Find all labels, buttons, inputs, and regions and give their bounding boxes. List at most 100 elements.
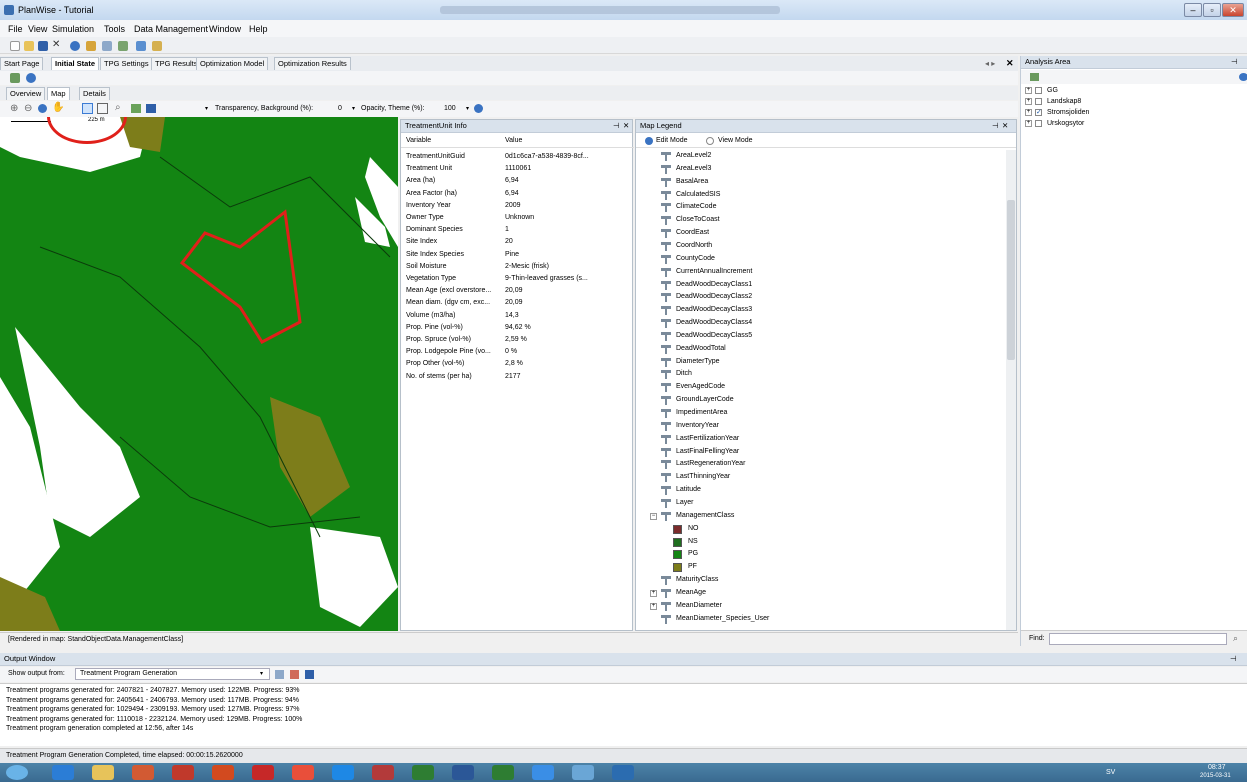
info-row[interactable]: Treatment Unit 1110061 — [401, 163, 634, 175]
info-row[interactable]: Prop Other (vol-%) 2,8 % — [401, 358, 634, 370]
help-icon[interactable] — [26, 73, 36, 83]
close-panel-icon[interactable]: ✕ — [1002, 120, 1008, 132]
menu-tools[interactable]: Tools — [104, 24, 125, 34]
expand-toggle-icon[interactable]: + — [1025, 120, 1032, 127]
app-icon-s[interactable] — [172, 765, 194, 780]
file-explorer-icon[interactable] — [92, 765, 114, 780]
legend-layer-item[interactable]: DeadWoodDecayClass2 — [636, 291, 1004, 304]
language-indicator[interactable]: SV — [1106, 769, 1115, 776]
chrome-icon[interactable] — [292, 765, 314, 780]
save-output-icon[interactable] — [305, 670, 314, 679]
tab-map[interactable]: Map — [47, 87, 70, 100]
legend-layer-item[interactable]: CountyCode — [636, 253, 1004, 266]
legend-layer-item[interactable]: Ditch — [636, 368, 1004, 381]
opacity-dropdown-icon-2[interactable]: ▾ — [466, 105, 469, 112]
legend-layer-item[interactable]: + MeanDiameter — [636, 600, 1004, 613]
tab-scroll-icon[interactable]: ◂ ▸ — [985, 59, 995, 68]
legend-layer-item[interactable]: DeadWoodDecayClass4 — [636, 317, 1004, 330]
select-arrow-icon[interactable] — [82, 103, 93, 114]
map-help-icon[interactable] — [474, 104, 483, 113]
info-row[interactable]: Site Index Species Pine — [401, 249, 634, 261]
forward-icon[interactable] — [152, 41, 162, 51]
pan-hand-icon[interactable]: ✋ — [52, 102, 64, 113]
info-row[interactable]: Inventory Year 2009 — [401, 200, 634, 212]
spotify-icon[interactable] — [412, 765, 434, 780]
output-text-area[interactable]: Treatment programs generated for: 240782… — [0, 683, 1247, 746]
legend-layer-item[interactable]: + MeanAge — [636, 587, 1004, 600]
legend-layer-item[interactable]: BasalArea — [636, 176, 1004, 189]
back-icon[interactable] — [136, 41, 146, 51]
legend-layer-item[interactable]: AreaLevel3 — [636, 163, 1004, 176]
info-row[interactable]: Area Factor (ha) 6,94 — [401, 188, 634, 200]
legend-layer-item[interactable]: CoordEast — [636, 227, 1004, 240]
internet-explorer-icon[interactable] — [52, 765, 74, 780]
layer-icon[interactable] — [131, 104, 141, 113]
legend-layer-item[interactable]: CoordNorth — [636, 240, 1004, 253]
tab-optimization-model[interactable]: Optimization Model — [196, 57, 269, 70]
legend-layer-item[interactable]: MaturityClass — [636, 574, 1004, 587]
opacity-dropdown-icon[interactable]: ▾ — [352, 105, 355, 112]
legend-class-pg[interactable]: PG — [636, 548, 1004, 561]
acrobat-icon[interactable] — [252, 765, 274, 780]
find-input[interactable] — [1049, 633, 1227, 645]
analysis-tree-item[interactable]: + Urskogsytor — [1021, 118, 1247, 129]
info-row[interactable]: Prop. Lodgepole Pine (vo... 0 % — [401, 346, 634, 358]
info-row[interactable]: Mean diam. (dgv cm, exc... 20,09 — [401, 297, 634, 309]
pin-icon[interactable]: ⊣ — [992, 120, 999, 132]
onenote-icon[interactable] — [212, 765, 234, 780]
clock-time[interactable]: 08:37 — [1208, 764, 1226, 771]
close-button[interactable]: ✕ — [1222, 3, 1244, 17]
expand-toggle-icon[interactable]: + — [1025, 98, 1032, 105]
tab-overview[interactable]: Overview — [6, 87, 46, 100]
info-row[interactable]: No. of stems (per ha) 2177 — [401, 371, 634, 383]
info-row[interactable]: Dominant Species 1 — [401, 224, 634, 236]
maximize-button[interactable]: ▫ — [1203, 3, 1221, 17]
excel-icon[interactable] — [492, 765, 514, 780]
media-player-icon[interactable] — [132, 765, 154, 780]
menu-help[interactable]: Help — [249, 24, 268, 34]
analysis-tree-item[interactable]: + Landskap8 — [1021, 96, 1247, 107]
info-row[interactable]: Owner Type Unknown — [401, 212, 634, 224]
internet-explorer-2-icon[interactable] — [532, 765, 554, 780]
app-icon-red[interactable] — [372, 765, 394, 780]
menu-view[interactable]: View — [28, 24, 47, 34]
map-canvas[interactable]: 225 m — [0, 117, 398, 631]
legend-layer-item[interactable]: GroundLayerCode — [636, 394, 1004, 407]
tool-icon[interactable] — [86, 41, 96, 51]
search-icon[interactable]: ⌕ — [115, 102, 121, 113]
legend-layer-item[interactable]: CurrentAnnualIncrement — [636, 266, 1004, 279]
legend-layer-item[interactable]: CalculatedSIS — [636, 189, 1004, 202]
save-icon[interactable] — [38, 41, 48, 51]
refresh-icon[interactable] — [1030, 73, 1039, 81]
tab-tpg-results[interactable]: TPG Results — [151, 57, 202, 70]
close-doc-icon[interactable]: ✕ — [1006, 58, 1014, 69]
globe-icon[interactable] — [70, 41, 80, 51]
start-button-icon[interactable] — [6, 765, 28, 780]
legend-layer-item[interactable]: DeadWoodDecayClass3 — [636, 304, 1004, 317]
settings-icon[interactable] — [102, 41, 112, 51]
run-icon[interactable] — [118, 41, 128, 51]
lync-icon[interactable] — [612, 765, 634, 780]
transparency-dropdown-icon[interactable]: ▾ — [205, 105, 208, 112]
legend-layer-item[interactable]: Latitude — [636, 484, 1004, 497]
legend-scrollbar[interactable] — [1006, 150, 1016, 630]
pin-icon[interactable]: ⊣ — [1230, 653, 1237, 665]
info-row[interactable]: Volume (m3/ha) 14,3 — [401, 310, 634, 322]
copy-icon[interactable] — [275, 670, 284, 679]
legend-layer-item[interactable]: LastFinalFellingYear — [636, 446, 1004, 459]
expand-toggle-icon[interactable]: + — [650, 602, 657, 610]
legend-layer-item[interactable]: InventoryYear — [636, 420, 1004, 433]
info-row[interactable]: Prop. Spruce (vol-%) 2,59 % — [401, 334, 634, 346]
legend-class-ns[interactable]: NS — [636, 536, 1004, 549]
legend-layer-item[interactable]: ImpedimentArea — [636, 407, 1004, 420]
minimize-button[interactable]: – — [1184, 3, 1202, 17]
refresh-map-icon[interactable] — [10, 73, 20, 83]
info-row[interactable]: Prop. Pine (vol-%) 94,62 % — [401, 322, 634, 334]
info-row[interactable]: Area (ha) 6,94 — [401, 175, 634, 187]
menu-data-management[interactable]: Data Management — [134, 24, 208, 34]
tab-optimization-results[interactable]: Optimization Results — [274, 57, 351, 70]
select-rectangle-icon[interactable] — [97, 103, 108, 114]
info-row[interactable]: TreatmentUnitGuid 0d1c6ca7-a538-4839-8cf.… — [401, 151, 634, 163]
legend-layer-item[interactable]: DiameterType — [636, 356, 1004, 369]
transparency-value[interactable]: 0 — [338, 105, 342, 112]
